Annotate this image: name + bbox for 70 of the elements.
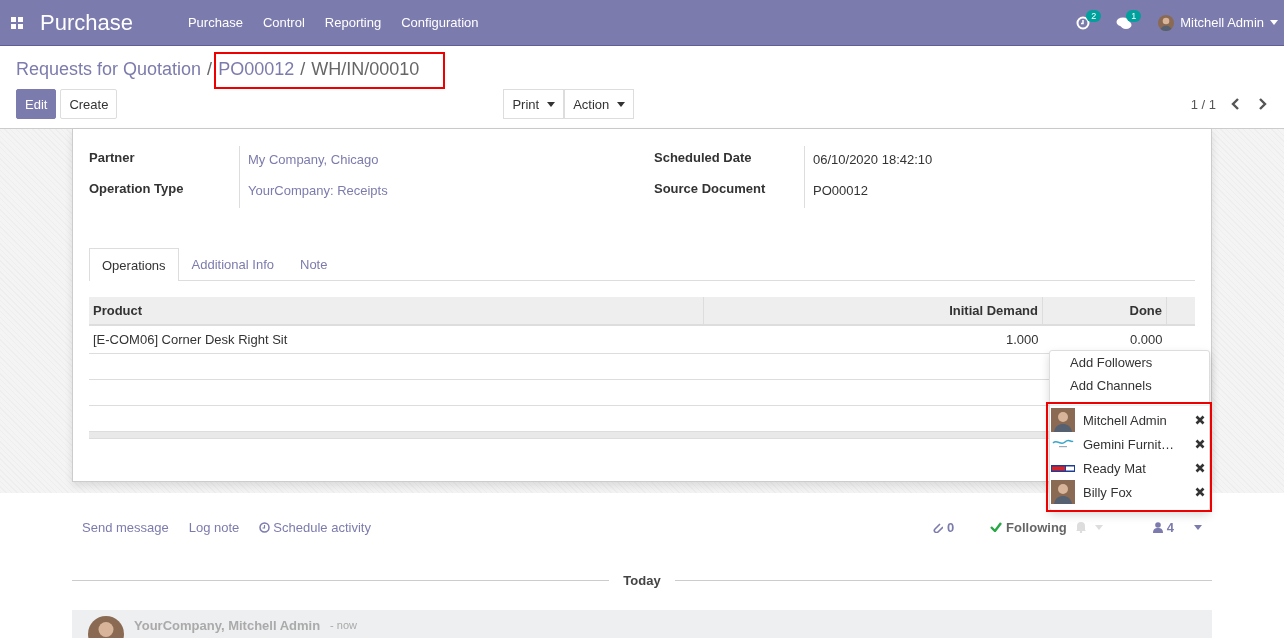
remove-icon[interactable] [1195,439,1205,449]
paperclip-icon [932,521,943,533]
remove-icon[interactable] [1195,463,1205,473]
notification-badge: 2 [1086,9,1102,22]
app-title[interactable]: Purchase [40,9,133,36]
follower-name[interactable]: Mitchell Admin [1083,412,1187,428]
remove-icon[interactable] [1195,487,1205,497]
person-icon [1152,521,1163,533]
tab[interactable]: Note [287,248,341,280]
column-header: Product [89,297,704,325]
field-label: Scheduled Date [654,149,753,167]
menu-item[interactable]: Configuration [391,15,489,30]
field-value[interactable]: My Company, Chicago [239,146,630,177]
field-label: Source Document [654,180,767,198]
message-time: now [336,619,357,631]
schedule-activity-link[interactable]: Schedule activity [259,519,371,535]
table-cell: [E-COM06] Corner Desk Right Sit [89,325,704,354]
remove-icon[interactable] [1195,415,1205,425]
avatar-icon [1158,14,1175,31]
field-label: Operation Type [89,180,185,198]
clock-icon[interactable] [1076,15,1091,30]
message-separator: - [330,619,334,631]
chat-icon[interactable] [1116,15,1133,30]
menu-item[interactable]: Reporting [314,15,392,30]
column-header: Done [1042,297,1167,325]
attachments-button[interactable]: 0 [932,519,955,535]
follower-name[interactable]: Gemini Furnit… [1083,436,1187,452]
column-header: Initial Demand [703,297,1043,325]
caret-icon[interactable] [1270,20,1278,25]
user-menu[interactable]: Mitchell Admin [1180,15,1264,30]
field-label: Partner [89,149,136,167]
caret-icon [547,101,556,107]
tab[interactable]: Additional Info [178,248,287,280]
notification-badge: 1 [1126,9,1142,22]
edit-button[interactable]: Edit [16,89,57,119]
menu-item[interactable]: Add Channels [1050,374,1209,397]
clock-icon [259,521,271,533]
breadcrumb-separator: / [207,58,213,80]
field-value: 06/10/2020 18:42:10 [804,146,1195,177]
log-note-link[interactable]: Log note [188,519,240,535]
caret-icon[interactable] [1194,524,1202,530]
follower-name[interactable]: Billy Fox [1083,484,1187,500]
field-value[interactable]: YourCompany: Receipts [239,177,630,208]
create-button[interactable]: Create [60,89,118,119]
check-icon [990,522,1003,532]
menu-item[interactable]: Add Followers [1050,351,1209,374]
following-button[interactable]: Following [990,519,1067,535]
followers-button[interactable]: 4 [1152,519,1174,535]
print-button[interactable]: Print [503,89,565,119]
avatar-icon [1051,408,1075,432]
pager-value: 1 / 1 [1190,96,1216,112]
tab[interactable]: Operations [89,248,179,281]
breadcrumb-separator: / [300,58,306,80]
field-value: PO00012 [804,177,1195,208]
table-cell: 1.000 [703,325,1043,354]
date-divider: Today [623,573,661,588]
follower-name[interactable]: Ready Mat [1083,460,1187,476]
avatar-icon [1051,480,1075,504]
breadcrumb-link[interactable]: PO00012 [218,58,295,80]
menu-item[interactable]: Purchase [177,15,253,30]
breadcrumb-current: WH/IN/00010 [311,58,420,80]
send-message-link[interactable]: Send message [82,519,169,535]
chevron-left-icon[interactable] [1230,98,1240,110]
breadcrumb-link[interactable]: Requests for Quotation [16,58,202,80]
apps-menu-icon[interactable] [10,15,24,30]
caret-icon [617,101,626,107]
chevron-right-icon[interactable] [1258,98,1268,110]
menu-item[interactable]: Control [252,15,315,30]
action-button[interactable]: Action [564,89,635,119]
message-author: YourCompany, Mitchell Admin [134,618,321,633]
